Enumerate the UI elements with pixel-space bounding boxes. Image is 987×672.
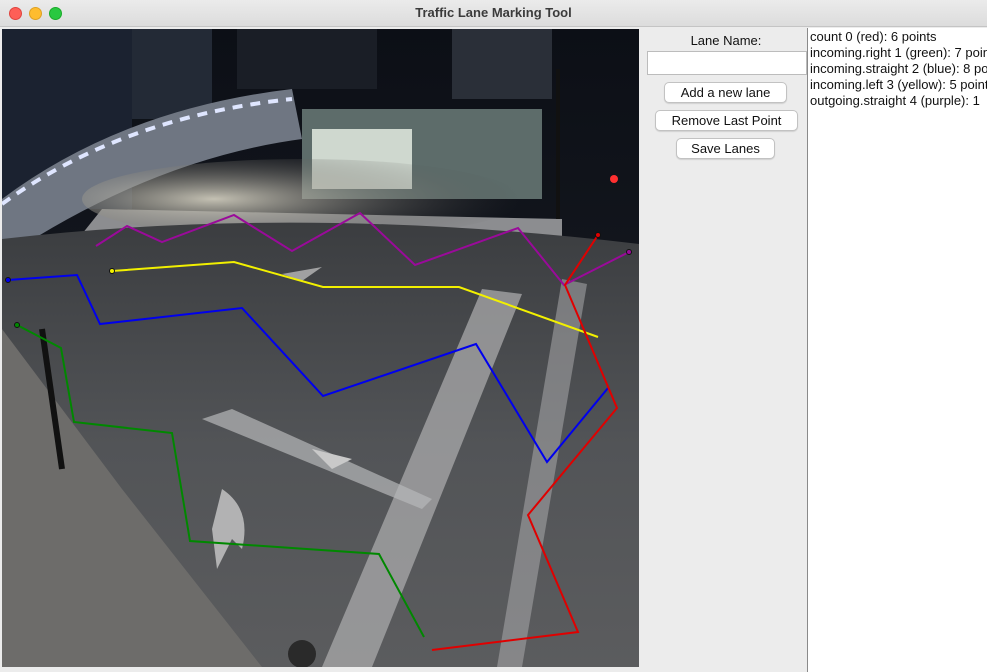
lane-listbox[interactable]: count 0 (red): 6 points incoming.right 1…	[807, 28, 987, 672]
building-right	[452, 29, 552, 99]
image-canvas[interactable]	[2, 29, 639, 667]
control-panel: Lane Name: Add a new lane Remove Last Po…	[641, 28, 807, 672]
traffic-light	[610, 175, 618, 183]
building-tower	[132, 29, 212, 119]
lane-point-red	[595, 232, 601, 238]
lane-point-yellow	[109, 268, 115, 274]
save-lanes-button[interactable]: Save Lanes	[676, 138, 775, 159]
lane-point-green	[14, 322, 20, 328]
lane-point-blue	[5, 277, 11, 283]
lane-list-item[interactable]: outgoing.straight 4 (purple): 1	[808, 93, 987, 109]
manhole-cover	[288, 640, 316, 667]
lane-list-item[interactable]: incoming.left 3 (yellow): 5 points	[808, 77, 987, 93]
title-bar: Traffic Lane Marking Tool	[0, 0, 987, 27]
add-lane-button[interactable]: Add a new lane	[664, 82, 787, 103]
building-far	[237, 29, 377, 89]
camera-image	[2, 29, 639, 667]
lane-name-input[interactable]	[647, 51, 807, 75]
lane-point-purple	[626, 249, 632, 255]
lane-name-label: Lane Name:	[690, 33, 762, 48]
app-window: Traffic Lane Marking Tool Lane Name: Add…	[0, 0, 987, 672]
lane-list-item[interactable]: incoming.straight 2 (blue): 8 points	[808, 61, 987, 77]
lane-list-item[interactable]: incoming.right 1 (green): 7 points	[808, 45, 987, 61]
lane-list-item[interactable]: count 0 (red): 6 points	[808, 29, 987, 45]
window-title: Traffic Lane Marking Tool	[415, 5, 572, 20]
remove-last-point-button[interactable]: Remove Last Point	[655, 110, 798, 131]
